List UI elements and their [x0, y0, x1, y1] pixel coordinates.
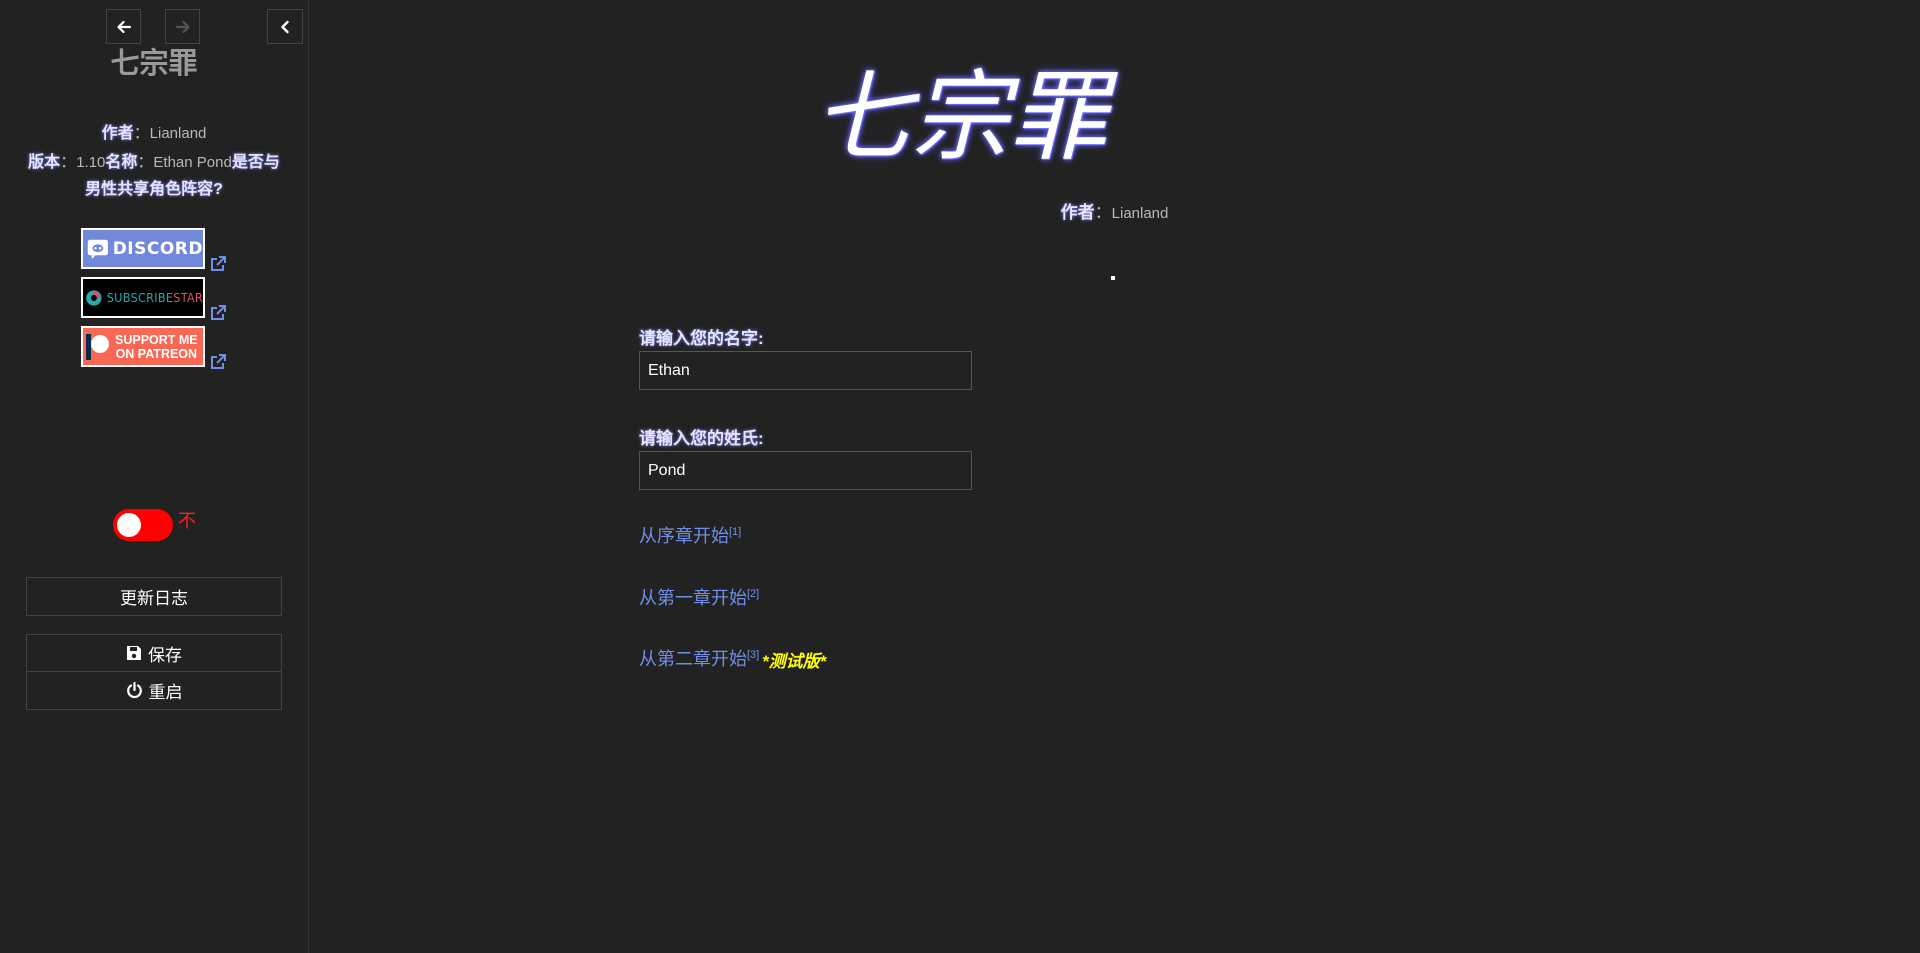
chevron-left-icon	[281, 20, 289, 33]
author-separator: ：	[133, 125, 150, 142]
patreon-row: SUPPORT ME ON PATREON	[81, 326, 227, 369]
name-separator: ：	[137, 154, 154, 171]
start-prologue-label: 从序章开始	[639, 526, 729, 546]
subscribestar-text-a: SUBSCRIBE	[106, 290, 174, 305]
decorative-dot	[1111, 276, 1115, 280]
patreon-line2: ON PATREON	[115, 346, 198, 361]
sidebar-story-title: 七宗罪	[110, 48, 198, 80]
main-author-label: 作者	[1060, 203, 1095, 222]
discord-row: DISCORD	[81, 228, 227, 271]
start-chapter1-label: 从第一章开始	[639, 588, 747, 608]
start-chapter1-link[interactable]: 从第一章开始[2]	[639, 584, 759, 610]
sidebar-story-info: 版本：1.10名称：Ethan Pond是否与男性共享角色阵容?	[22, 149, 286, 203]
story-title-banner: 七宗罪	[812, 62, 1107, 172]
subscribestar-logo-icon	[86, 289, 102, 306]
start-chapter2-label: 从第二章开始	[639, 649, 747, 669]
external-link-icon[interactable]	[209, 353, 227, 371]
external-link-icon[interactable]	[209, 255, 227, 273]
last-name-label: 请输入您的姓氏:	[639, 429, 764, 448]
author-label: 作者	[101, 125, 134, 142]
toggle-knob	[117, 513, 141, 537]
toggle-label: 不	[178, 511, 196, 531]
arrow-right-icon	[175, 20, 190, 33]
subscribestar-badge[interactable]: SUBSCRIBESTAR	[81, 277, 205, 318]
sidebar: 七宗罪 作者：Lianland 版本：1.10名称：Ethan Pond是否与男…	[0, 0, 309, 953]
start-prologue-link[interactable]: 从序章开始[1]	[639, 522, 741, 548]
floppy-disk-icon	[127, 646, 141, 660]
restart-button[interactable]: 重启	[26, 672, 282, 710]
name-value: Ethan Pond	[153, 154, 232, 171]
main-author: 作者：Lianland	[309, 201, 1920, 226]
main-author-separator: ：	[1094, 203, 1112, 222]
author-name: Lianland	[149, 125, 207, 142]
last-name-field[interactable]	[639, 451, 972, 490]
save-label: 保存	[148, 645, 182, 665]
footnote-ref: [1]	[729, 526, 742, 538]
patreon-logo-icon	[86, 333, 109, 360]
external-link-icon[interactable]	[209, 304, 227, 322]
changelog-button[interactable]: 更新日志	[26, 577, 282, 616]
save-button[interactable]: 保存	[26, 634, 282, 672]
discord-logo-icon	[87, 239, 108, 259]
main-passage: 七宗罪 作者：Lianland 请输入您的名字: 请输入您的姓氏: 从序章开始[…	[309, 0, 1920, 953]
first-name-label: 请输入您的名字:	[639, 329, 764, 348]
patreon-line1: SUPPORT ME	[115, 332, 198, 347]
patreon-badge[interactable]: SUPPORT ME ON PATREON	[81, 326, 205, 367]
sidebar-author: 作者：Lianland	[0, 123, 308, 145]
first-name-field[interactable]	[639, 351, 972, 390]
back-button[interactable]	[106, 9, 141, 44]
start-chapter2-link[interactable]: 从第二章开始[3]	[639, 645, 759, 671]
changelog-label: 更新日志	[120, 589, 188, 608]
forward-button[interactable]	[165, 9, 200, 44]
subscribestar-text-b: STAR	[173, 290, 203, 305]
restart-label: 重启	[148, 683, 183, 702]
patreon-badge-text: SUPPORT ME ON PATREON	[115, 333, 198, 361]
subscribestar-row: SUBSCRIBESTAR	[81, 277, 227, 320]
discord-badge-text: DISCORD	[112, 238, 203, 259]
subscribestar-badge-text: SUBSCRIBESTAR	[107, 290, 203, 305]
footnote-ref: [3]	[747, 649, 760, 661]
footnote-ref: [2]	[747, 588, 760, 600]
version-value: 1.10	[76, 154, 106, 171]
discord-badge[interactable]: DISCORD	[81, 228, 205, 269]
power-icon	[126, 682, 142, 699]
beta-tag: *测试版*	[762, 652, 827, 671]
version-separator: ：	[60, 154, 77, 171]
main-author-name: Lianland	[1111, 205, 1169, 222]
share-cast-toggle[interactable]	[113, 509, 173, 541]
name-label: 名称	[105, 154, 138, 171]
version-label: 版本	[28, 154, 61, 171]
arrow-left-icon	[116, 20, 131, 33]
collapse-sidebar-button[interactable]	[267, 9, 303, 44]
